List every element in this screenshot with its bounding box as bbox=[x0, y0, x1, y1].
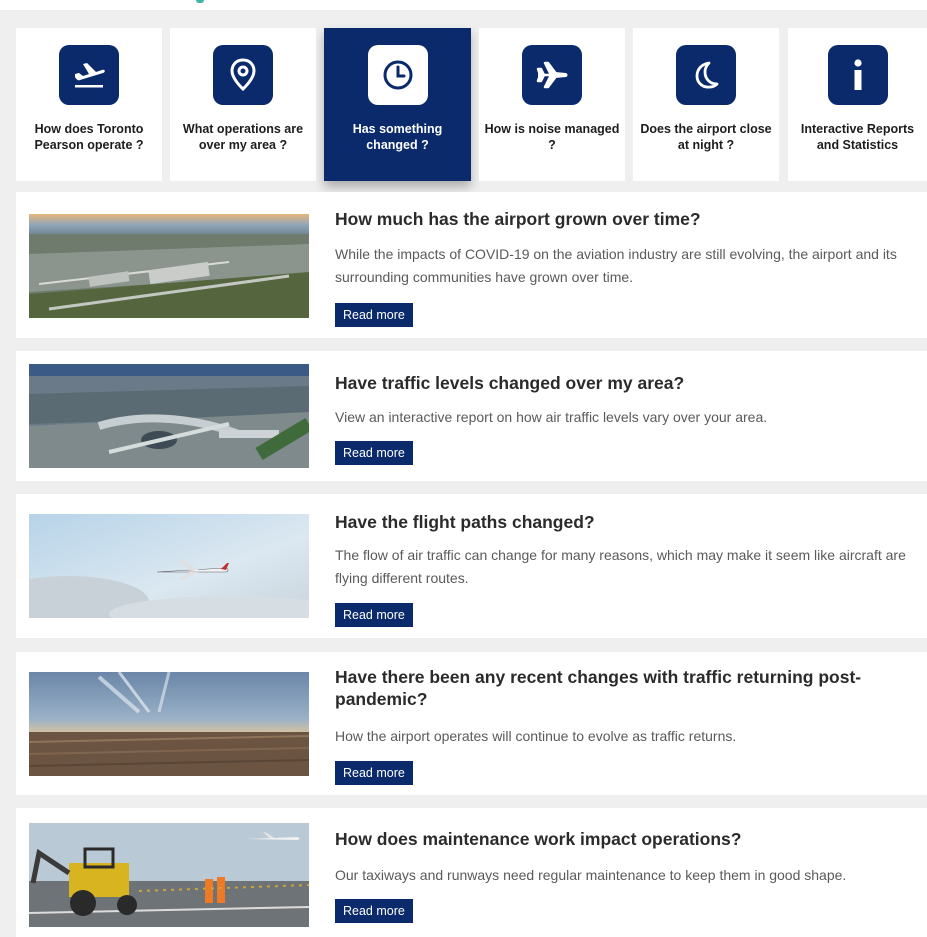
article-card-traffic-levels: Have traffic levels changed over my area… bbox=[16, 351, 927, 481]
read-more-button[interactable]: Read more bbox=[335, 899, 413, 923]
article-card-post-pandemic: Have there been any recent changes with … bbox=[16, 652, 927, 795]
article-title: Have there been any recent changes with … bbox=[335, 667, 862, 709]
nav-tile-reports[interactable]: Interactive Reports and Statistics bbox=[788, 28, 927, 181]
nav-tile-label: Has something changed ? bbox=[352, 122, 443, 152]
top-strip-accent bbox=[196, 0, 204, 3]
article-description: The flow of air traffic can change for m… bbox=[335, 547, 906, 586]
article-description: How the airport operates will continue t… bbox=[335, 728, 737, 744]
article-card-flight-paths: Have the flight paths changed? The flow … bbox=[16, 494, 927, 638]
top-strip bbox=[0, 0, 927, 10]
article-image[interactable] bbox=[29, 672, 309, 776]
article-image[interactable] bbox=[29, 514, 309, 618]
article-title: How much has the airport grown over time… bbox=[335, 209, 701, 229]
read-more-button[interactable]: Read more bbox=[335, 303, 413, 327]
read-more-button[interactable]: Read more bbox=[335, 441, 413, 465]
nav-tile-label: Interactive Reports and Statistics bbox=[800, 122, 915, 152]
map-pin-icon bbox=[213, 45, 273, 105]
info-icon bbox=[827, 45, 888, 105]
airplane-takeoff-icon bbox=[59, 45, 119, 105]
article-image[interactable] bbox=[29, 364, 309, 468]
read-more-button[interactable]: Read more bbox=[335, 603, 413, 627]
page: How does Toronto Pearson operate ? What … bbox=[0, 0, 927, 937]
nav-tile-label: Does the airport close at night ? bbox=[640, 122, 772, 152]
article-image[interactable] bbox=[29, 214, 309, 318]
nav-tile-changed[interactable]: Has something changed ? bbox=[324, 28, 471, 181]
article-image[interactable] bbox=[29, 823, 309, 927]
nav-tile-operate[interactable]: How does Toronto Pearson operate ? bbox=[16, 28, 162, 181]
article-title: How does maintenance work impact operati… bbox=[335, 829, 742, 849]
article-card-maintenance: How does maintenance work impact operati… bbox=[16, 808, 927, 937]
article-description: View an interactive report on how air tr… bbox=[335, 409, 768, 425]
article-description: Our taxiways and runways need regular ma… bbox=[335, 867, 847, 883]
article-description: While the impacts of COVID-19 on the avi… bbox=[335, 246, 897, 285]
topic-nav: How does Toronto Pearson operate ? What … bbox=[16, 28, 927, 181]
article-card-growth: How much has the airport grown over time… bbox=[16, 192, 927, 338]
airplane-icon bbox=[522, 45, 582, 105]
nav-tile-noise[interactable]: How is noise managed ? bbox=[479, 28, 625, 181]
article-title: Have the flight paths changed? bbox=[335, 512, 595, 532]
nav-tile-my-area[interactable]: What operations are over my area ? bbox=[170, 28, 316, 181]
moon-icon bbox=[676, 45, 736, 105]
nav-tile-label: What operations are over my area ? bbox=[182, 122, 304, 152]
article-title: Have traffic levels changed over my area… bbox=[335, 373, 685, 393]
clock-icon bbox=[367, 45, 428, 105]
read-more-button[interactable]: Read more bbox=[335, 761, 413, 785]
nav-tile-label: How is noise managed ? bbox=[484, 122, 620, 152]
nav-tile-night[interactable]: Does the airport close at night ? bbox=[633, 28, 779, 181]
nav-tile-label: How does Toronto Pearson operate ? bbox=[34, 122, 144, 152]
